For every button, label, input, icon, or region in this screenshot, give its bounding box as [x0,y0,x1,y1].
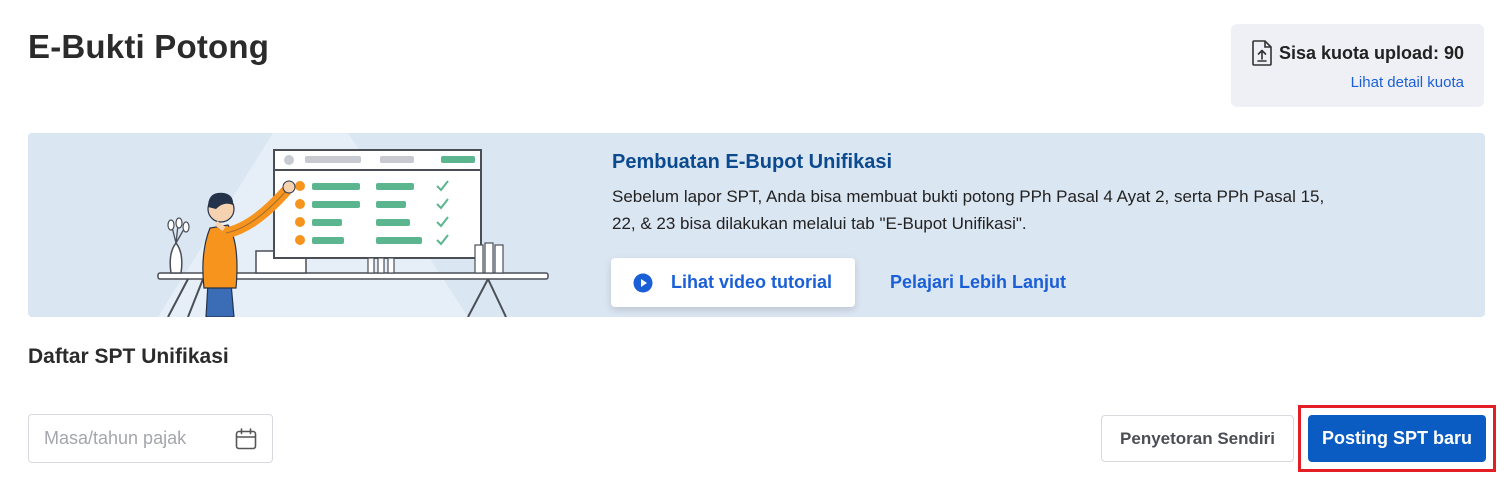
section-title: Daftar SPT Unifikasi [28,345,229,368]
self-deposit-button[interactable]: Penyetoran Sendiri [1101,415,1294,462]
quota-line: Sisa kuota upload: 90 [1251,40,1464,66]
quota-detail-link[interactable]: Lihat detail kuota [1351,74,1464,91]
banner-description: Sebelum lapor SPT, Anda bisa membuat buk… [612,187,1325,233]
learn-more-link[interactable]: Pelajari Lebih Lanjut [890,272,1066,293]
post-new-spt-button[interactable]: Posting SPT baru [1308,415,1486,462]
video-tutorial-label: Lihat video tutorial [671,272,833,292]
video-tutorial-button[interactable]: Lihat video tutorial [611,258,855,307]
page-title: E-Bukti Potong [28,28,270,65]
period-placeholder: Masa/tahun pajak [44,428,187,448]
period-date-picker[interactable]: Masa/tahun pajak [28,414,273,463]
info-banner: Pembuatan E-Bupot Unifikasi Sebelum lapo… [28,133,1485,317]
banner-title: Pembuatan E-Bupot Unifikasi [612,151,893,173]
calendar-icon[interactable] [234,427,258,451]
quota-panel: Sisa kuota upload: 90 Lihat detail kuota [1231,24,1484,107]
play-circle-icon [633,273,653,293]
quota-label: Sisa kuota upload: 90 [1278,42,1464,63]
file-upload-icon [1251,40,1273,66]
banner-illustration [157,133,549,317]
